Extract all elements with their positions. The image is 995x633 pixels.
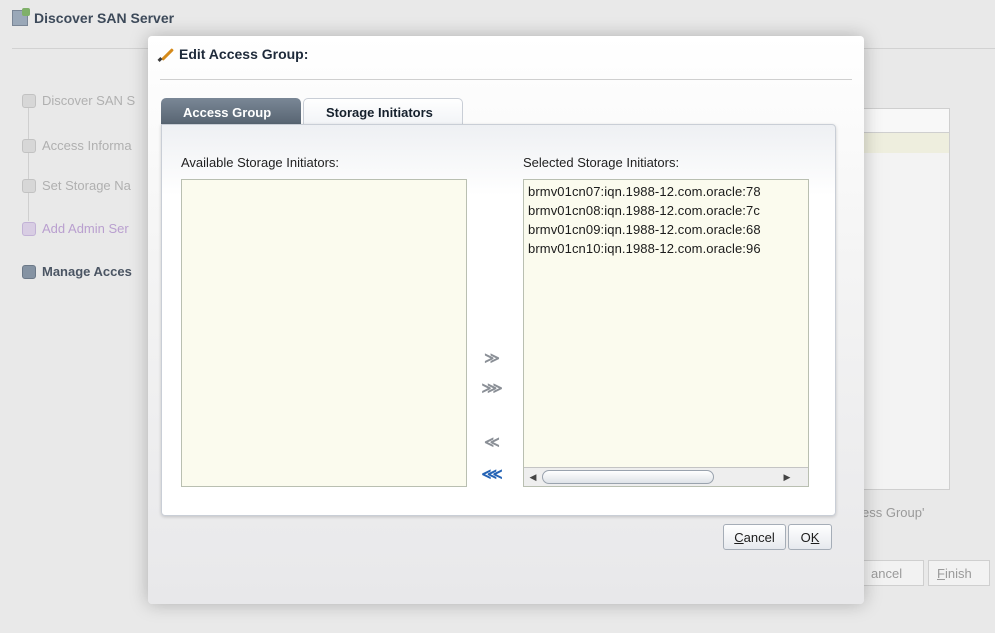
- train-step-access-info: Access Informa: [22, 138, 132, 153]
- selected-initiators-label: Selected Storage Initiators:: [523, 155, 680, 170]
- selected-initiators-list[interactable]: brmv01cn07:iqn.1988-12.com.oracle:78 brm…: [523, 179, 809, 487]
- available-initiators-list[interactable]: [181, 179, 467, 487]
- scroll-right-icon[interactable]: ▶: [780, 470, 794, 484]
- wizard-cancel-button: Cancel: [862, 560, 924, 586]
- tab-bar: Access Group Storage Initiators: [161, 98, 463, 132]
- horizontal-scrollbar[interactable]: ◀ ▶: [524, 467, 808, 486]
- list-item[interactable]: brmv01cn08:iqn.1988-12.com.oracle:7c: [524, 201, 765, 220]
- tab-label: Storage Initiators: [326, 105, 433, 120]
- remove-selected-button[interactable]: ≪: [481, 431, 503, 453]
- available-initiators-label: Available Storage Initiators:: [181, 155, 340, 170]
- pencil-icon: [158, 46, 174, 62]
- list-item[interactable]: brmv01cn10:iqn.1988-12.com.oracle:96: [524, 239, 765, 258]
- move-all-button[interactable]: ⋙: [481, 377, 503, 399]
- step-label: Manage Acces: [42, 264, 132, 279]
- wizard-title-text: Discover SAN Server: [34, 10, 175, 26]
- step-status-icon: [22, 178, 36, 193]
- background-table: [862, 108, 950, 490]
- train-step-discover: Discover SAN S: [22, 93, 135, 108]
- step-label: Set Storage Na: [42, 178, 131, 193]
- cancel-button[interactable]: Cancel: [723, 524, 786, 550]
- step-label: Add Admin Ser: [42, 221, 129, 236]
- scroll-left-icon[interactable]: ◀: [526, 470, 540, 484]
- tab-access-group[interactable]: Access Group: [161, 98, 301, 126]
- tab-label: Access Group: [183, 104, 272, 120]
- step-status-icon: [22, 93, 36, 108]
- tab-storage-initiators[interactable]: Storage Initiators: [303, 98, 463, 132]
- dialog-title-text: Edit Access Group:: [179, 46, 309, 62]
- step-status-icon: [22, 138, 36, 153]
- wizard-finish-button: Finish: [928, 560, 990, 586]
- step-status-icon: [22, 264, 36, 279]
- train-line: [28, 107, 29, 221]
- wizard-icon: [12, 8, 30, 26]
- list-item[interactable]: brmv01cn09:iqn.1988-12.com.oracle:68: [524, 220, 765, 239]
- step-status-icon: [22, 221, 36, 236]
- background-table-row: [863, 133, 949, 153]
- storage-initiators-panel: Available Storage Initiators: ≫ ⋙ ≪ ⋘ Se…: [161, 124, 836, 516]
- background-hint-text: ess Group': [862, 505, 925, 520]
- step-label: Access Informa: [42, 138, 132, 153]
- scrollbar-thumb[interactable]: [542, 470, 714, 484]
- ok-button[interactable]: OK: [788, 524, 832, 550]
- step-label: Discover SAN S: [42, 93, 136, 108]
- train-step-add-admin: Add Admin Ser: [22, 221, 129, 236]
- move-selected-button[interactable]: ≫: [481, 347, 503, 369]
- background-table-header: [863, 109, 949, 133]
- list-item[interactable]: brmv01cn07:iqn.1988-12.com.oracle:78: [524, 182, 765, 201]
- dialog-title-separator: [160, 79, 852, 80]
- wizard-title: Discover SAN Server: [12, 8, 175, 26]
- train-step-manage-access: Manage Acces: [22, 264, 132, 279]
- train-step-set-storage: Set Storage Na: [22, 178, 131, 193]
- remove-all-button[interactable]: ⋘: [481, 463, 503, 485]
- dialog-title: Edit Access Group:: [158, 46, 308, 62]
- edit-access-group-dialog: Edit Access Group: Access Group Storage …: [148, 36, 864, 604]
